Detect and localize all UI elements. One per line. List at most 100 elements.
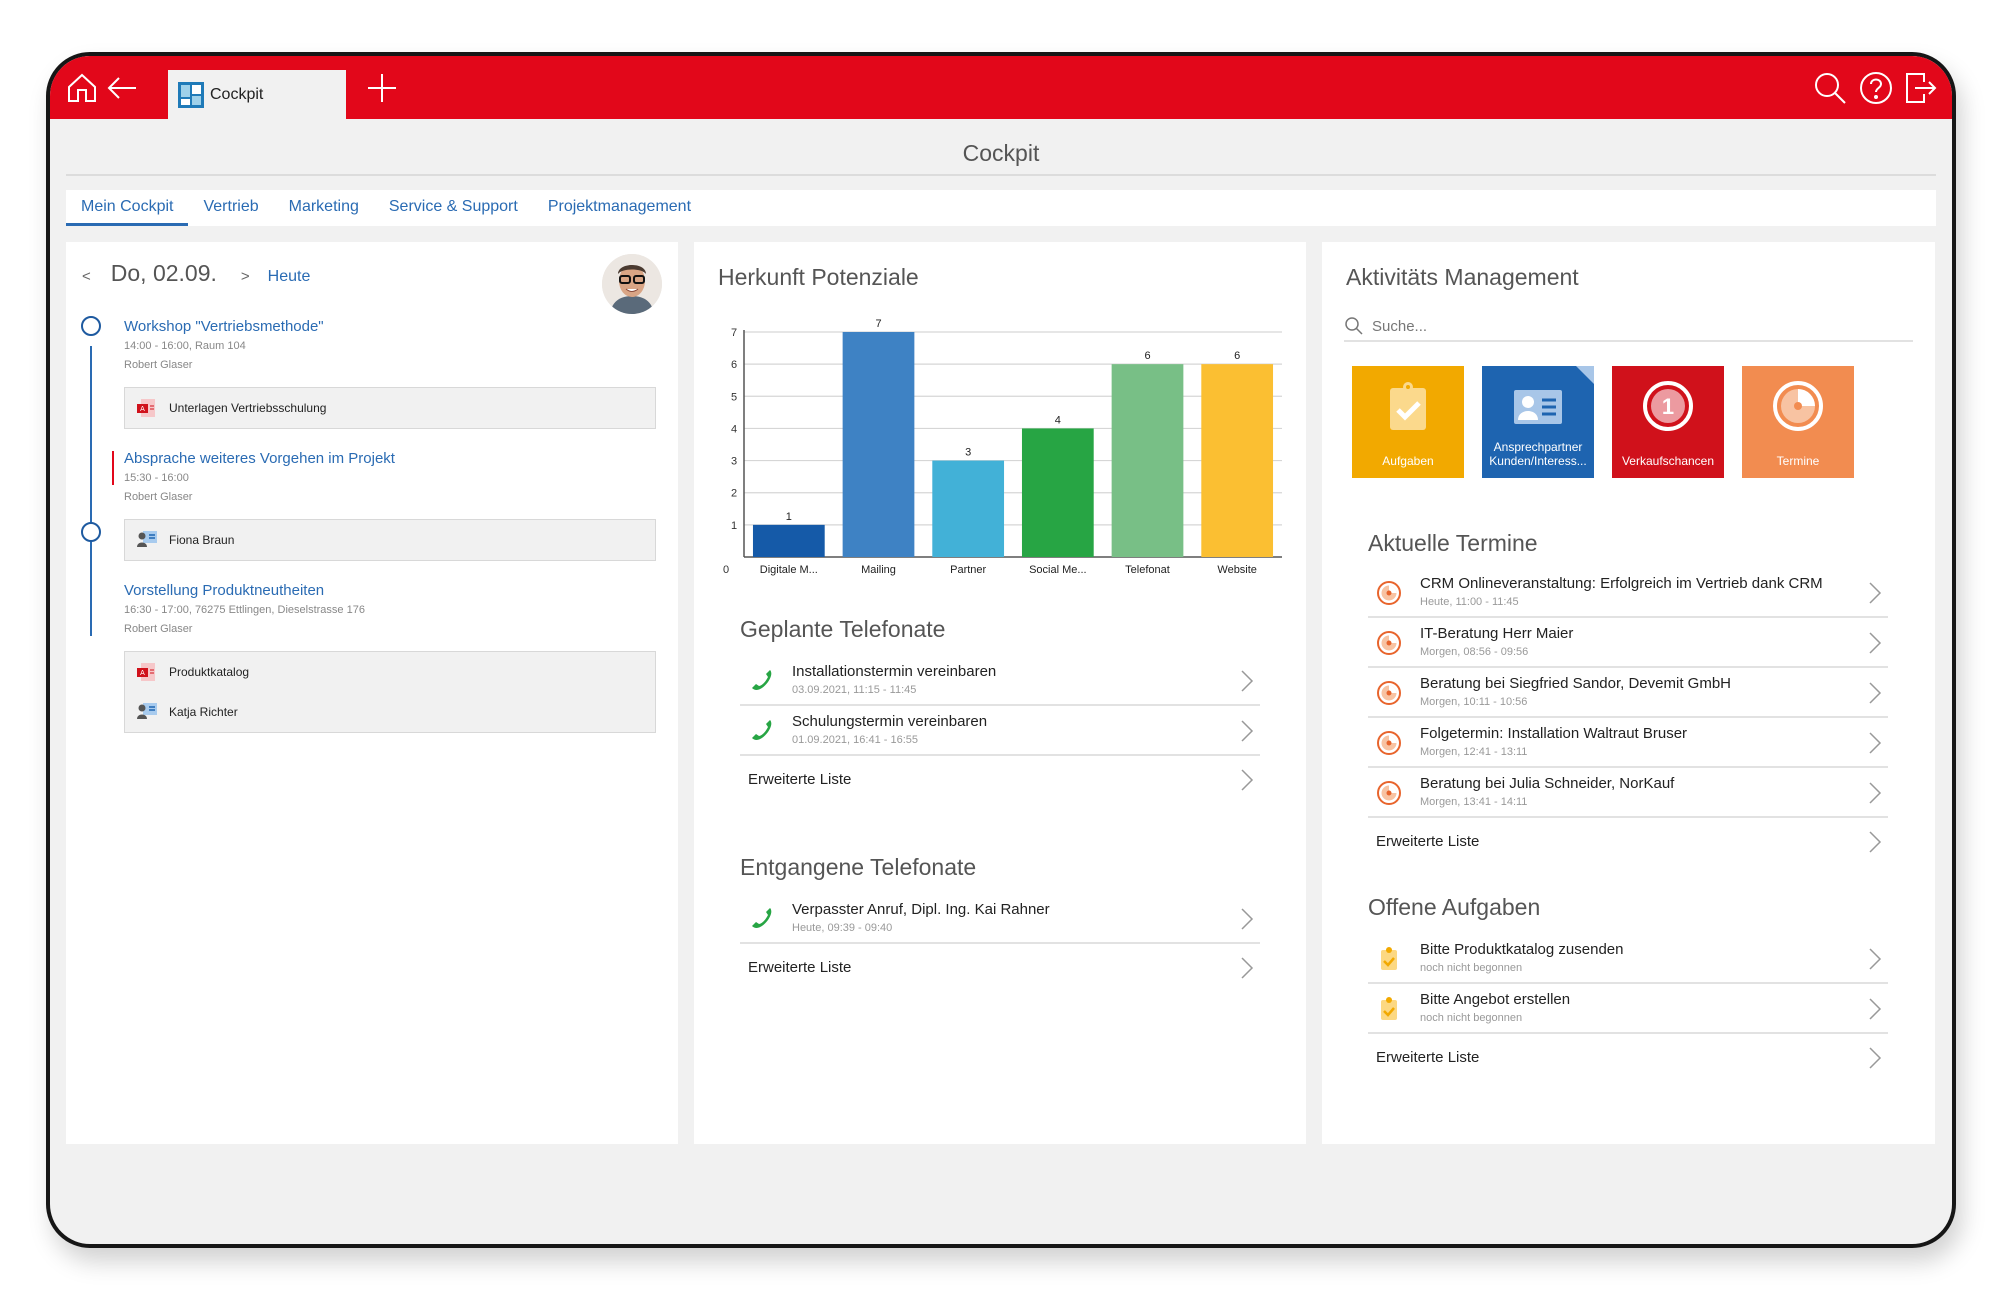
tab-marketing[interactable]: Marketing	[274, 190, 374, 226]
list-item[interactable]: Bitte Produktkatalog zusenden noch nicht …	[1368, 934, 1888, 984]
appointment-icon	[1377, 631, 1401, 655]
chevron-right-icon	[1869, 998, 1882, 1020]
tab-vertrieb[interactable]: Vertrieb	[188, 190, 273, 226]
appointment-icon	[1377, 781, 1401, 805]
item-subtitle: noch nicht begonnen	[1420, 962, 1523, 974]
add-tab-icon[interactable]	[364, 70, 400, 106]
attachment-label: Fiona Braun	[169, 533, 235, 547]
chevron-right-icon	[1869, 948, 1882, 970]
appointment-icon	[1377, 681, 1401, 705]
list-item[interactable]: Installationstermin vereinbaren 03.09.20…	[740, 656, 1260, 706]
event-owner: Robert Glaser	[124, 491, 193, 503]
search-field	[1344, 312, 1913, 342]
y-tick-label: 6	[731, 359, 737, 371]
item-subtitle: Morgen, 12:41 - 13:11	[1420, 746, 1528, 758]
tile-verkaufschancen[interactable]: 1 Verkaufschancen	[1612, 366, 1724, 478]
task-clipboard-icon	[1381, 947, 1397, 970]
erweiterte-liste-link[interactable]: Erweiterte Liste	[740, 944, 1260, 992]
pdf-icon: A	[137, 663, 155, 681]
list-item[interactable]: Beratung bei Julia Schneider, NorKauf Mor…	[1368, 768, 1888, 818]
user-avatar[interactable]	[602, 254, 662, 314]
event-title[interactable]: Workshop "Vertriebsmethode"	[124, 318, 656, 335]
bar-5	[1201, 364, 1274, 557]
item-title: Bitte Produktkatalog zusenden	[1420, 941, 1624, 958]
erweiterte-liste-link[interactable]: Erweiterte Liste	[740, 756, 1260, 804]
item-title: CRM Onlineveranstaltung: Erfolgreich im …	[1420, 575, 1823, 592]
tab-cockpit[interactable]: Cockpit	[168, 70, 346, 119]
list-item[interactable]: Verpasster Anruf, Dipl. Ing. Kai Rahner …	[740, 894, 1260, 944]
search-input[interactable]	[1372, 317, 1772, 335]
bar-1	[842, 332, 915, 557]
timeline-node	[81, 522, 101, 542]
task-clipboard-icon	[1381, 997, 1397, 1020]
calendar-event: Workshop "Vertriebsmethode" 14:00 - 16:0…	[124, 318, 656, 429]
erweiterte-liste-link[interactable]: Erweiterte Liste	[1368, 818, 1888, 866]
section-tabs: Mein Cockpit Vertrieb Marketing Service …	[66, 190, 1936, 226]
tile-aufgaben[interactable]: Aufgaben	[1352, 366, 1464, 478]
aufgaben-title: Offene Aufgaben	[1368, 894, 1541, 920]
list-item[interactable]: IT-Beratung Herr Maier Morgen, 08:56 - 09…	[1368, 618, 1888, 668]
home-icon[interactable]	[64, 70, 100, 106]
today-link[interactable]: Heute	[268, 268, 311, 286]
back-arrow-icon[interactable]	[104, 70, 140, 106]
logout-icon[interactable]	[1902, 70, 1938, 106]
phone-icon	[752, 720, 772, 740]
tab-service-support[interactable]: Service & Support	[374, 190, 533, 226]
termine-title: Aktuelle Termine	[1368, 530, 1538, 556]
next-day-button[interactable]: >	[241, 268, 250, 285]
data-label: 4	[1055, 414, 1061, 426]
current-event-marker	[112, 451, 114, 485]
list-item[interactable]: Beratung bei Siegfried Sandor, Devemit G…	[1368, 668, 1888, 718]
help-icon[interactable]	[1858, 70, 1894, 106]
top-bar: Cockpit	[50, 56, 1952, 119]
bar-0	[752, 524, 825, 557]
tab-projektmanagement[interactable]: Projektmanagement	[533, 190, 706, 226]
bar-chart: 0 1 2 3 4 5 6 7 1 Digitale M... 7 Mailing 3 Partner 4 S…	[723, 318, 1282, 576]
attachment-item[interactable]: Fiona Braun	[125, 520, 655, 560]
aufgaben-list: Bitte Produktkatalog zusenden noch nicht …	[1368, 934, 1888, 1082]
calendar-event: Absprache weiteres Vorgehen im Projekt 1…	[112, 450, 656, 561]
prev-day-button[interactable]: <	[82, 268, 91, 285]
tile-label: Termine	[1776, 454, 1820, 468]
list-item[interactable]: Bitte Angebot erstellen noch nicht begonn…	[1368, 984, 1888, 1034]
geplante-list: Installationstermin vereinbaren 03.09.20…	[740, 656, 1260, 804]
geplante-title: Geplante Telefonate	[740, 616, 946, 642]
y-tick-label: 2	[731, 488, 737, 500]
tiles-row: Aufgaben Ansprechpartner Kunden/Interess…	[1352, 366, 1854, 478]
x-tick-label: Partner	[950, 564, 986, 576]
search-icon[interactable]	[1812, 70, 1848, 106]
contact-card-icon	[137, 703, 157, 719]
phone-icon	[752, 908, 772, 928]
event-title[interactable]: Vorstellung Produktneutheiten	[124, 582, 656, 599]
svg-text:A: A	[140, 406, 145, 413]
chevron-right-icon	[1869, 732, 1882, 754]
x-tick-label: Mailing	[861, 564, 896, 576]
date-navigator: < Do, 02.09. > Heute	[82, 260, 310, 287]
list-item[interactable]: CRM Onlineveranstaltung: Erfolgreich im …	[1368, 568, 1888, 618]
erweiterte-liste-link[interactable]: Erweiterte Liste	[1368, 1034, 1888, 1082]
chevron-right-icon	[1869, 831, 1882, 853]
title-divider	[66, 174, 1936, 176]
attachment-item[interactable]: A Unterlagen Vertriebsschulung	[125, 388, 655, 428]
event-title[interactable]: Absprache weiteres Vorgehen im Projekt	[124, 450, 656, 467]
pdf-icon: A	[137, 399, 155, 417]
attachment-label: Katja Richter	[169, 705, 238, 719]
item-title: Beratung bei Siegfried Sandor, Devemit G…	[1420, 675, 1731, 692]
item-subtitle: Morgen, 13:41 - 14:11	[1420, 796, 1528, 808]
list-item[interactable]: Folgetermin: Installation Waltraut Bruse…	[1368, 718, 1888, 768]
list-item[interactable]: Schulungstermin vereinbaren 01.09.2021, …	[740, 706, 1260, 756]
timeline-line	[90, 346, 92, 636]
attachment-item[interactable]: Katja Richter	[125, 692, 655, 732]
more-label: Erweiterte Liste	[748, 771, 852, 788]
tile-ansprechpartner[interactable]: Ansprechpartner Kunden/Interess...	[1482, 366, 1594, 478]
attachment-item[interactable]: A Produktkatalog	[125, 652, 655, 692]
tab-mein-cockpit[interactable]: Mein Cockpit	[66, 190, 189, 226]
y-tick-label: 7	[731, 327, 737, 339]
current-date: Do, 02.09.	[110, 260, 217, 286]
tab-cockpit-label: Cockpit	[210, 85, 264, 103]
chevron-right-icon	[1241, 720, 1254, 742]
item-subtitle: Heute, 11:00 - 11:45	[1420, 596, 1519, 608]
tile-termine[interactable]: Termine	[1742, 366, 1854, 478]
appointment-clock-icon	[1773, 381, 1823, 431]
item-title: Verpasster Anruf, Dipl. Ing. Kai Rahner	[792, 901, 1050, 918]
